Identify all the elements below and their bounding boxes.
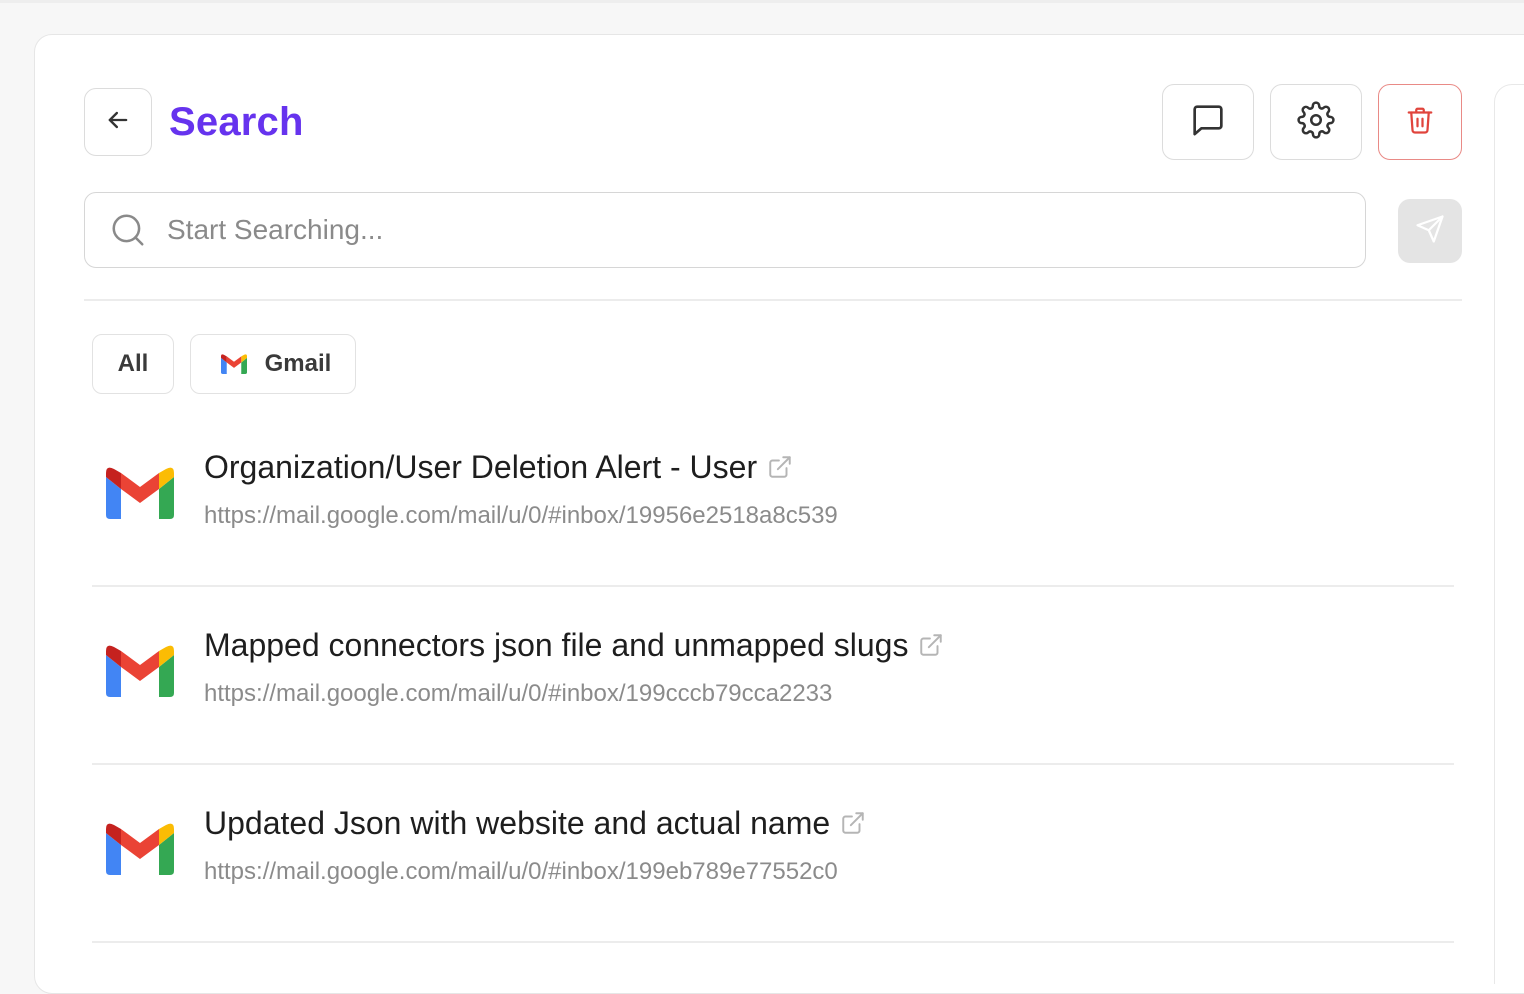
page-title: Search — [169, 100, 304, 144]
result-title-text: Organization/User Deletion Alert - User — [204, 449, 758, 485]
send-icon — [1415, 214, 1445, 249]
trash-icon — [1405, 105, 1435, 140]
result-item[interactable]: Mapped connectors json file and unmapped… — [92, 587, 1454, 765]
result-title[interactable]: Organization/User Deletion Alert - User — [204, 449, 795, 485]
result-item[interactable]: Organization/User Deletion Alert - User … — [92, 409, 1454, 587]
result-url[interactable]: https://mail.google.com/mail/u/0/#inbox/… — [204, 679, 832, 709]
chat-button[interactable] — [1162, 84, 1254, 160]
gmail-logo-icon — [106, 823, 174, 875]
external-link-icon[interactable] — [840, 809, 868, 837]
result-url[interactable]: https://mail.google.com/mail/u/0/#inbox/… — [204, 501, 838, 531]
external-link-icon[interactable] — [767, 453, 795, 481]
result-title[interactable]: Mapped connectors json file and unmapped… — [204, 627, 946, 663]
gmail-logo-icon — [220, 353, 247, 375]
search-input[interactable] — [167, 214, 1267, 246]
result-title-text: Updated Json with website and actual nam… — [204, 805, 831, 841]
filter-chip-label: Gmail — [264, 350, 332, 377]
settings-button[interactable] — [1270, 84, 1362, 160]
filter-chip-all[interactable]: All — [92, 334, 174, 394]
divider — [84, 299, 1462, 301]
result-title[interactable]: Updated Json with website and actual nam… — [204, 805, 868, 841]
gear-icon — [1297, 100, 1335, 144]
result-url[interactable]: https://mail.google.com/mail/u/0/#inbox/… — [204, 857, 838, 887]
side-panel-edge — [1494, 84, 1524, 984]
filter-chip-gmail[interactable]: Gmail — [190, 334, 356, 394]
result-title-text: Mapped connectors json file and unmapped… — [204, 627, 909, 663]
search-icon — [109, 210, 149, 250]
search-box[interactable] — [84, 192, 1366, 268]
result-item[interactable]: Updated Json with website and actual nam… — [92, 765, 1454, 943]
delete-button[interactable] — [1378, 84, 1462, 160]
gmail-logo-icon — [106, 645, 174, 697]
filter-chip-label: All — [117, 350, 149, 377]
message-square-icon — [1188, 100, 1228, 145]
gmail-logo-icon — [106, 467, 174, 519]
top-edge — [0, 0, 1524, 3]
send-button[interactable] — [1398, 199, 1462, 263]
back-button[interactable] — [84, 88, 152, 156]
arrow-left-icon — [104, 106, 132, 139]
external-link-icon[interactable] — [918, 631, 946, 659]
app-frame: Search Start Searching... All Gmail Orga… — [0, 0, 1524, 994]
